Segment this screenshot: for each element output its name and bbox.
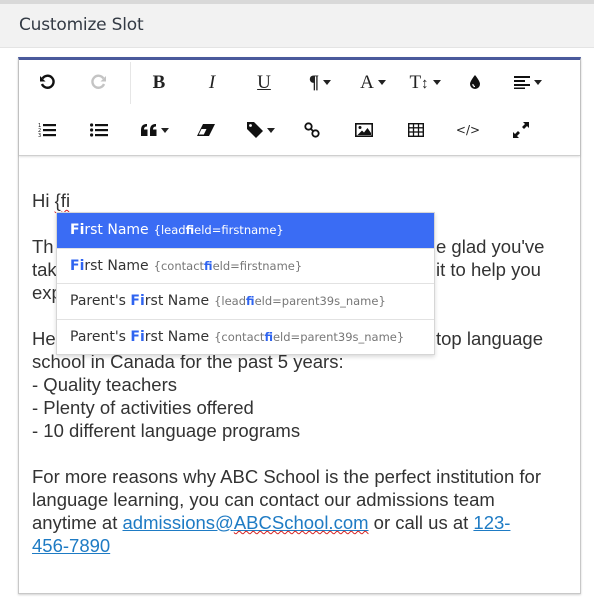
redo-icon (91, 74, 106, 89)
greeting-line: Hi {fi (32, 190, 71, 211)
bold-button[interactable]: B (147, 68, 171, 96)
clear-formatting-button[interactable] (195, 116, 217, 144)
toolbar-row-1: B I U ¶ A T↕ (19, 60, 580, 104)
underline-icon: U (257, 71, 271, 93)
panel-title: Customize Slot (19, 15, 144, 35)
chevron-down-icon (161, 127, 169, 133)
font-family-button[interactable]: A (355, 68, 391, 96)
svg-text:3: 3 (38, 133, 41, 138)
chevron-down-icon (377, 79, 386, 85)
paragraph-3: For more reasons why ABC School is the p… (32, 466, 541, 556)
tint-icon (470, 75, 480, 89)
ordered-list-button[interactable]: 123 (36, 116, 58, 144)
align-button[interactable] (508, 68, 548, 96)
merge-tags-button[interactable] (242, 116, 280, 144)
link-icon (304, 122, 320, 138)
chevron-down-icon (534, 79, 542, 85)
chevron-down-icon (432, 79, 441, 85)
paragraph-format-button[interactable]: ¶ (302, 68, 338, 96)
email-link[interactable]: admissions@ABCSchool.com (123, 512, 369, 533)
insert-image-button[interactable] (353, 116, 375, 144)
bullet-line: - Quality teachers (32, 374, 177, 395)
italic-button[interactable]: I (200, 68, 224, 96)
fullscreen-button[interactable] (510, 116, 532, 144)
autocomplete-option[interactable]: Parent's First Name {contactfield=parent… (57, 320, 434, 356)
merge-field-autocomplete: First Name {leadfield=firstname} First N… (56, 212, 435, 355)
quote-button[interactable] (136, 116, 174, 144)
insert-link-button[interactable] (301, 116, 323, 144)
bold-icon: B (152, 71, 166, 93)
pilcrow-icon: ¶ (308, 71, 320, 93)
eraser-icon (197, 124, 215, 136)
spellcheck-flag: ABCSchool.com (233, 512, 369, 533)
redo-button[interactable] (87, 68, 111, 96)
code-view-button[interactable]: </> (456, 116, 480, 144)
panel-header: Customize Slot (0, 4, 594, 48)
toolbar-row-2: 123 </> (19, 108, 580, 152)
font-size-button[interactable]: T↕ (405, 68, 445, 96)
autocomplete-option[interactable]: First Name {contactfield=firstname} (57, 249, 434, 284)
editor-toolbar: B I U ¶ A T↕ 1 2 3 </> (19, 60, 580, 156)
chevron-down-icon (267, 127, 275, 133)
underline-button[interactable]: U (252, 68, 276, 96)
unordered-list-button[interactable] (88, 116, 110, 144)
undo-icon (40, 74, 55, 89)
italic-icon: I (208, 71, 216, 93)
ordered-list-icon: 123 (38, 123, 56, 138)
table-icon (408, 123, 424, 137)
expand-icon (513, 122, 529, 138)
typed-merge-token: {fi (54, 190, 71, 211)
quote-icon (141, 124, 157, 136)
font-icon: A (360, 71, 374, 93)
toolbar-separator (130, 62, 131, 104)
insert-table-button[interactable] (405, 116, 427, 144)
tag-icon (247, 122, 263, 138)
bullet-line: - 10 different language programs (32, 420, 301, 441)
bullet-line: - Plenty of activities offered (32, 397, 254, 418)
unordered-list-icon (90, 123, 108, 137)
autocomplete-option[interactable]: First Name {leadfield=firstname} (57, 213, 434, 249)
align-left-icon (514, 76, 530, 89)
text-color-button[interactable] (465, 68, 485, 96)
autocomplete-option[interactable]: Parent's First Name {leadfield=parent39s… (57, 284, 434, 320)
undo-button[interactable] (35, 68, 59, 96)
code-icon: </> (455, 123, 481, 137)
image-icon (355, 123, 373, 137)
text-height-icon: T↕ (409, 71, 429, 93)
chevron-down-icon (323, 79, 332, 85)
